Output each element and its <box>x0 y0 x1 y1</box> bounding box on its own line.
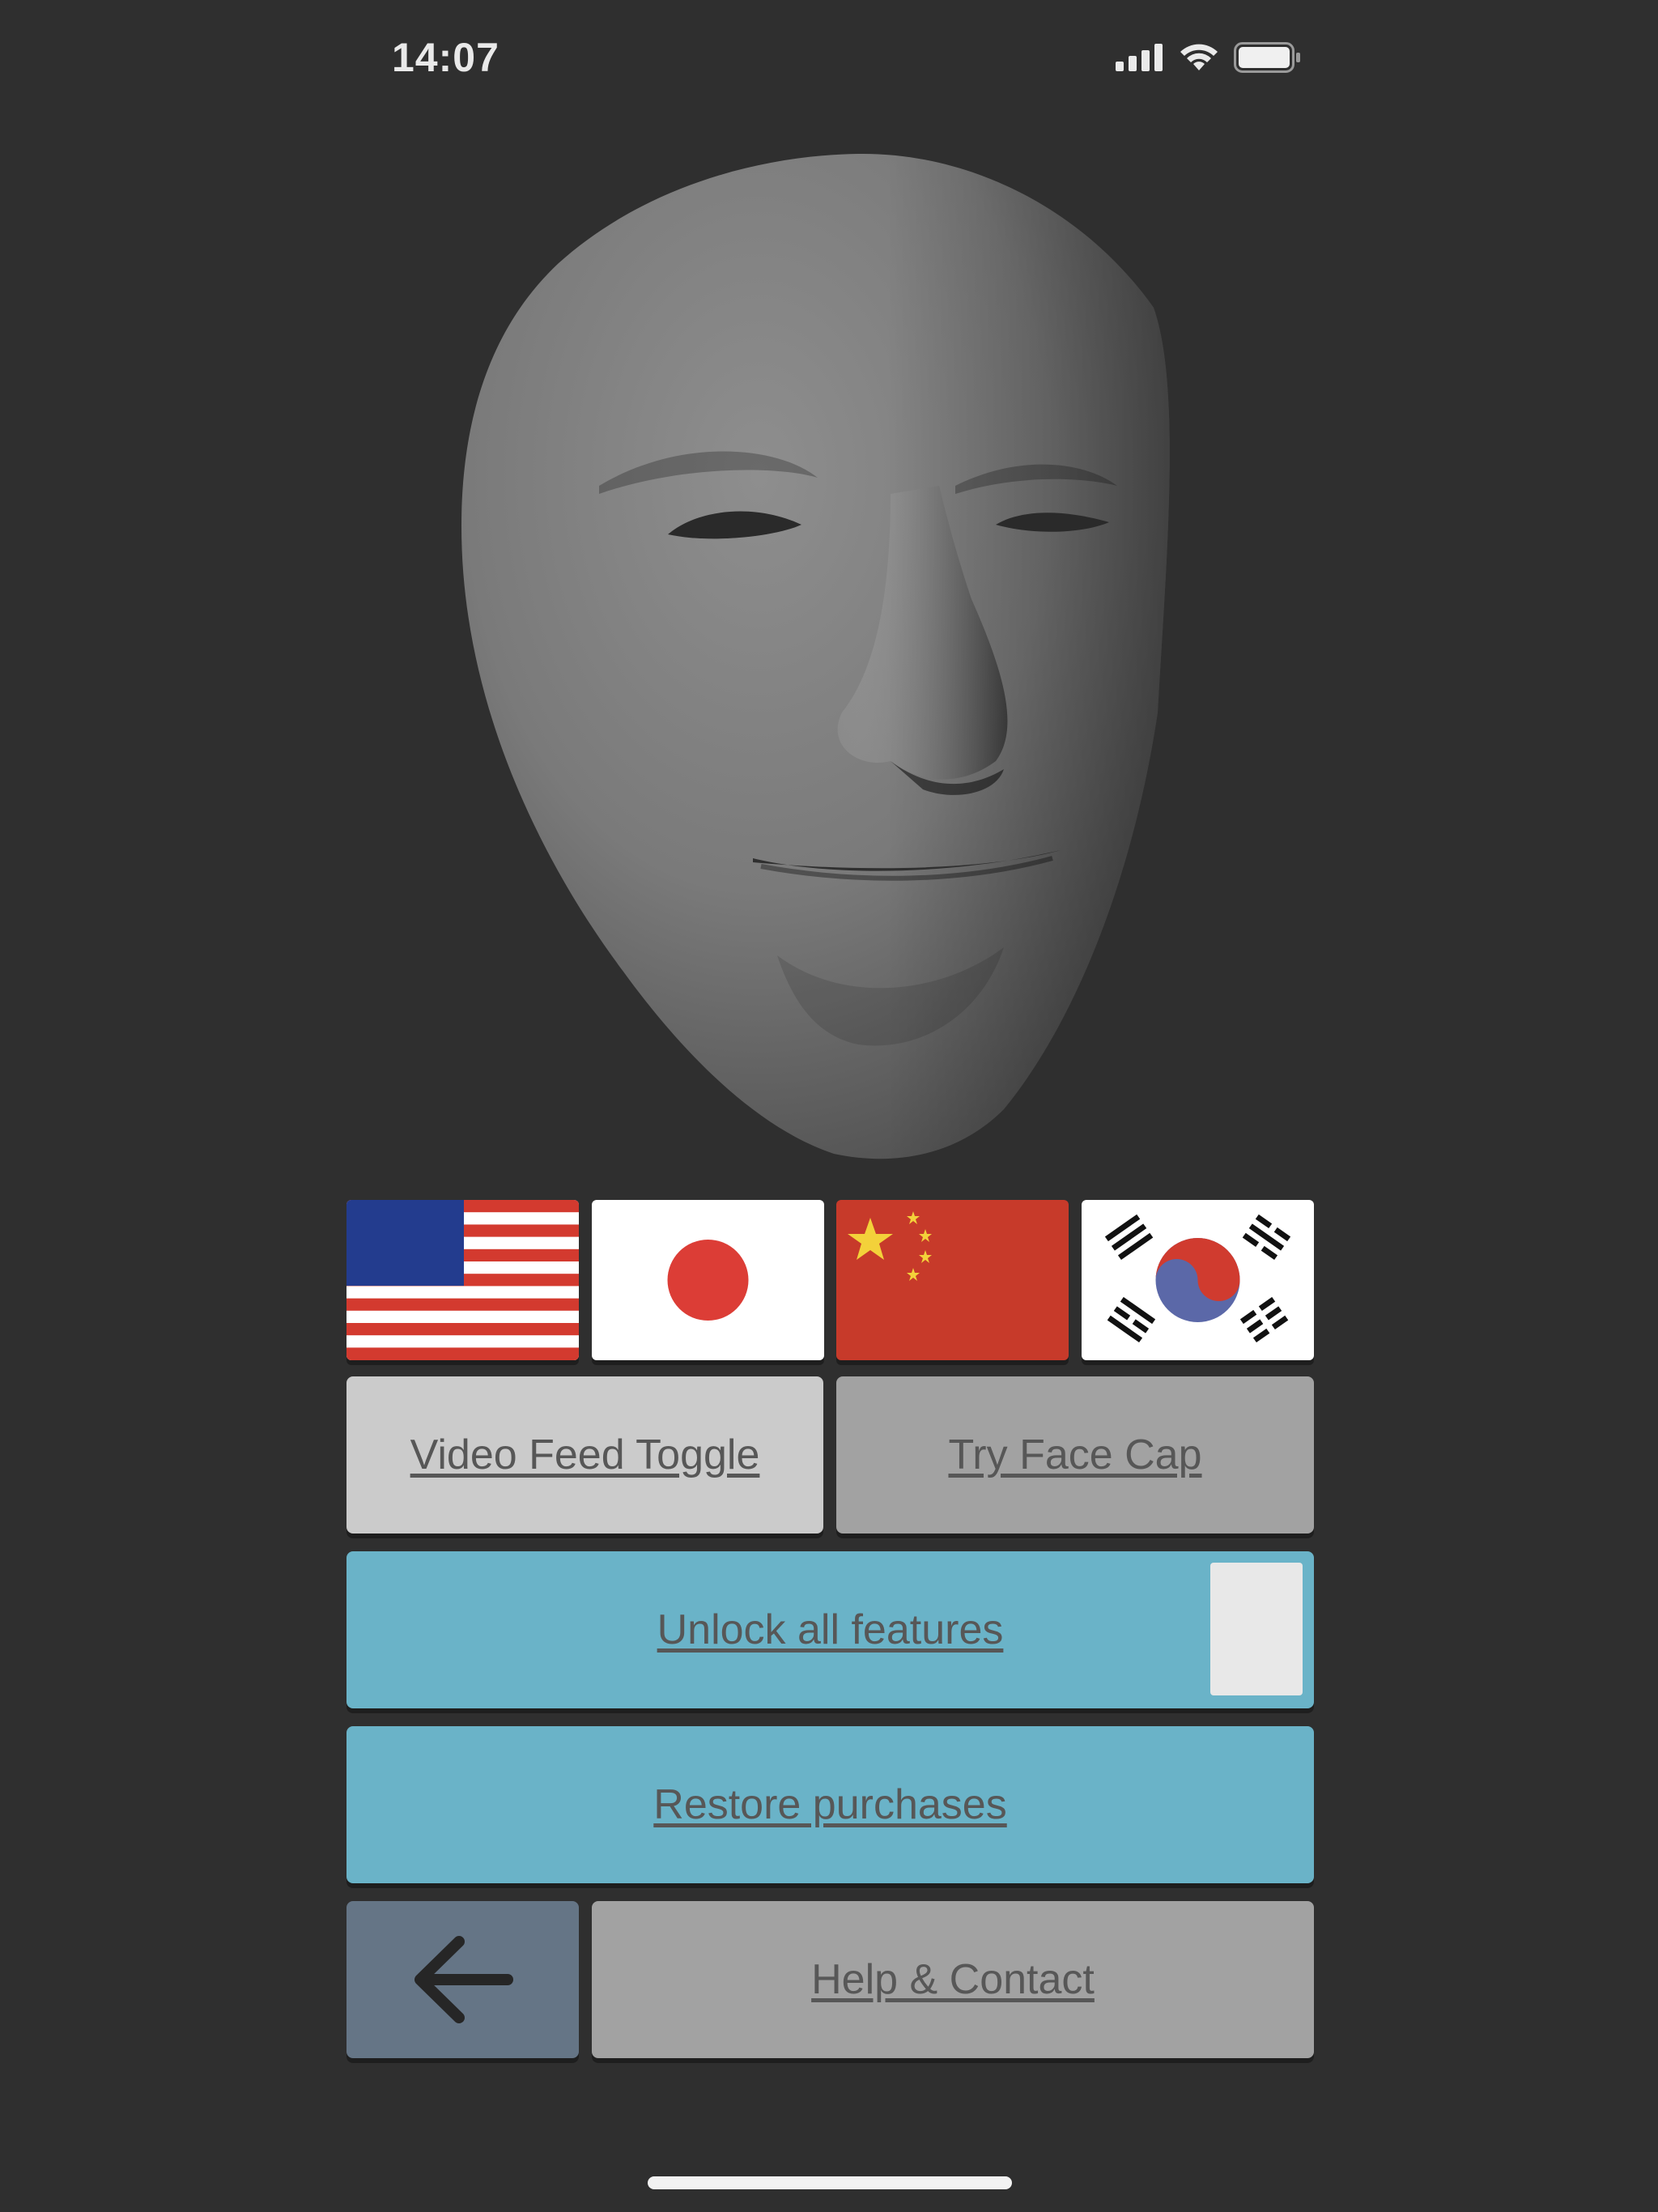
usa-flag-icon <box>346 1200 579 1360</box>
flag-south-korea-button[interactable] <box>1082 1200 1314 1360</box>
status-bar: 14:07 <box>0 0 1658 121</box>
app-screen: 14:07 Video Feed Toggle Try Face Cap Unl… <box>0 0 1658 2212</box>
try-face-cap-button[interactable]: Try Face Cap <box>836 1376 1314 1534</box>
south-korea-flag-icon <box>1082 1200 1314 1360</box>
back-arrow-icon <box>414 1936 513 2023</box>
unlock-all-features-button[interactable]: Unlock all features <box>346 1551 1314 1708</box>
unlock-all-features-label: Unlock all features <box>657 1606 1004 1653</box>
flag-japan-button[interactable] <box>592 1200 824 1360</box>
restore-purchases-button[interactable]: Restore purchases <box>346 1726 1314 1883</box>
restore-purchases-label: Restore purchases <box>653 1781 1007 1828</box>
try-face-cap-label: Try Face Cap <box>948 1431 1202 1478</box>
video-feed-toggle-label: Video Feed Toggle <box>410 1431 760 1478</box>
back-button[interactable] <box>346 1901 579 2058</box>
battery-icon <box>1234 42 1300 73</box>
face-mesh-model <box>461 153 1170 1159</box>
unlock-checkbox[interactable] <box>1210 1563 1303 1695</box>
face-model-viewport[interactable] <box>437 146 1214 1166</box>
help-contact-button[interactable]: Help & Contact <box>592 1901 1314 2058</box>
china-flag-icon <box>836 1200 1069 1360</box>
cellular-signal-icon <box>1116 44 1163 71</box>
wifi-icon <box>1180 44 1218 70</box>
help-contact-label: Help & Contact <box>811 1956 1095 2003</box>
home-indicator[interactable] <box>648 2176 1012 2189</box>
video-feed-toggle-button[interactable]: Video Feed Toggle <box>346 1376 823 1534</box>
status-time: 14:07 <box>392 35 500 80</box>
flag-china-button[interactable] <box>836 1200 1069 1360</box>
japan-flag-icon <box>592 1200 824 1360</box>
status-icons <box>1116 42 1302 73</box>
flag-usa-button[interactable] <box>346 1200 579 1360</box>
